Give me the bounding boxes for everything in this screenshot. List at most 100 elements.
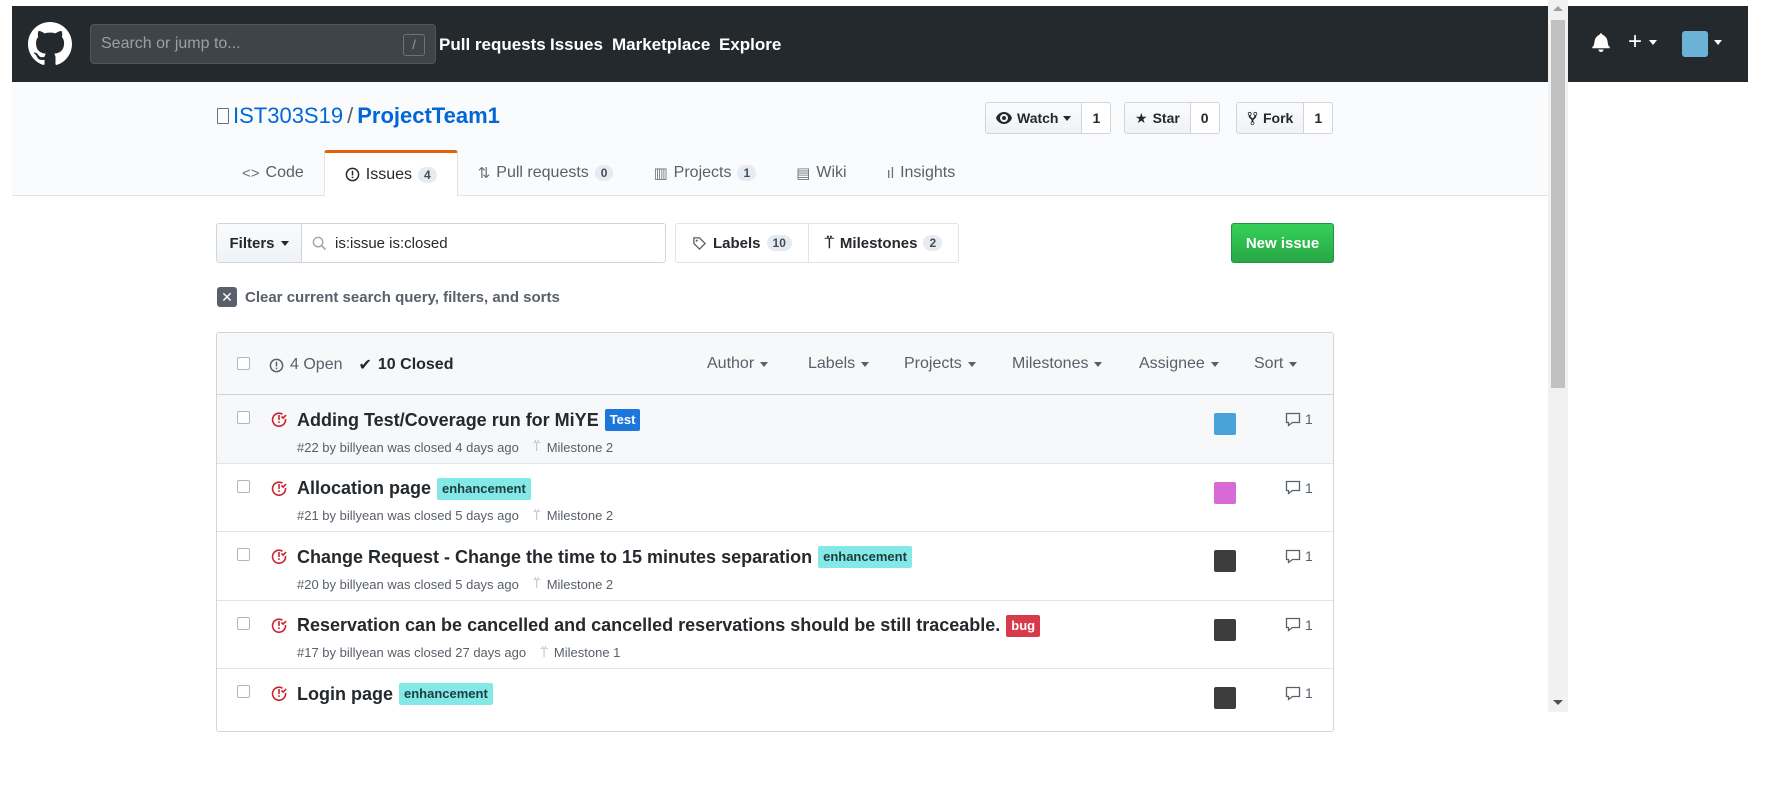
user-avatar[interactable] (1682, 31, 1708, 57)
issue-meta-text: #17 by billyean was closed 27 days ago (297, 645, 527, 660)
scroll-up-arrow-icon[interactable] (1553, 6, 1563, 11)
issue-milestone-link[interactable]: Milestone 1 (554, 645, 620, 660)
assignee-avatar[interactable] (1214, 413, 1236, 435)
closed-issues-link[interactable]: ✔ 10 Closed (358, 355, 453, 375)
issue-label-test[interactable]: Test (604, 409, 641, 431)
assignee-avatar[interactable] (1214, 550, 1236, 572)
assignee-avatar[interactable] (1214, 687, 1236, 709)
tab-pull-requests[interactable]: ⇅ Pull requests 0 (458, 150, 634, 196)
select-all-checkbox[interactable] (237, 357, 250, 370)
labels-dropdown[interactable]: Labels (808, 355, 870, 373)
tab-code[interactable]: <> Code (222, 150, 324, 196)
nav-marketplace[interactable]: Marketplace (612, 35, 710, 55)
issue-milestone-link[interactable]: Milestone 2 (547, 508, 613, 523)
issue-title-link[interactable]: Reservation can be cancelled and cancell… (297, 615, 1000, 636)
issue-label-enhancement[interactable]: enhancement (818, 546, 912, 568)
filters-button[interactable]: Filters (216, 223, 302, 263)
assignee-dropdown[interactable]: Assignee (1139, 355, 1219, 373)
watch-button[interactable]: Watch (985, 102, 1083, 134)
sort-dropdown[interactable]: Sort (1254, 355, 1298, 373)
watch-count[interactable]: 1 (1082, 102, 1112, 134)
watch-label: Watch (1017, 110, 1059, 126)
tab-wiki[interactable]: ▤ Wiki (776, 150, 866, 196)
issue-title-row: Allocation page enhancement (297, 477, 531, 500)
scroll-down-arrow-icon[interactable] (1553, 700, 1563, 705)
star-icon: ★ (1135, 109, 1148, 126)
fork-count[interactable]: 1 (1304, 102, 1334, 134)
issue-comments-link[interactable]: 1 (1285, 411, 1313, 427)
issue-title-link[interactable]: Login page (297, 684, 393, 705)
page-scrollbar[interactable] (1548, 0, 1568, 712)
global-search[interactable]: / (90, 24, 436, 64)
issue-title-link[interactable]: Allocation page (297, 478, 431, 499)
issue-milestone-link[interactable]: Milestone 2 (547, 440, 613, 455)
repo-owner-link[interactable]: IST303S19 (233, 103, 343, 128)
nav-issues[interactable]: Issues (550, 35, 603, 55)
issue-search-input[interactable] (335, 234, 635, 252)
issue-checkbox[interactable] (237, 479, 250, 493)
book-icon: ▤ (796, 165, 811, 182)
issue-row[interactable]: Login page enhancement 1 (217, 669, 1333, 731)
comment-icon (1285, 617, 1301, 632)
issue-opened-icon (269, 358, 284, 372)
milestone-icon: ⍡ (532, 507, 541, 523)
issue-search[interactable] (302, 223, 666, 263)
issue-checkbox[interactable] (237, 411, 250, 424)
repo-name-link[interactable]: ProjectTeam1 (357, 103, 500, 128)
tab-projects[interactable]: ▥ Projects 1 (633, 150, 776, 196)
issue-comments-link[interactable]: 1 (1285, 480, 1313, 496)
fork-button[interactable]: Fork (1236, 102, 1305, 134)
comment-count: 1 (1305, 548, 1313, 564)
star-button[interactable]: ★ Star (1124, 102, 1191, 134)
github-logo-icon[interactable] (28, 22, 72, 66)
nav-pull-requests[interactable]: Pull requests (439, 35, 546, 55)
issue-label-bug[interactable]: bug (1006, 614, 1041, 637)
clear-search-link[interactable]: ✕ Clear current search query, filters, a… (217, 287, 560, 307)
notification-bell-icon[interactable] (1592, 32, 1610, 52)
dropdown-label: Projects (904, 355, 962, 372)
issue-comments-link[interactable]: 1 (1285, 617, 1313, 633)
issue-label-enhancement[interactable]: enhancement (437, 477, 531, 500)
caret-down-icon (967, 361, 976, 367)
labels-button[interactable]: Labels 10 (675, 223, 809, 263)
tab-issues[interactable]: Issues 4 (323, 150, 458, 197)
nav-explore[interactable]: Explore (719, 35, 781, 55)
milestones-button[interactable]: ⍡ Milestones 2 (808, 223, 960, 263)
issue-row[interactable]: Allocation page enhancement #21 by billy… (217, 463, 1333, 532)
comment-count: 1 (1305, 479, 1313, 496)
assignee-avatar[interactable] (1214, 481, 1236, 504)
new-issue-button[interactable]: New issue (1231, 223, 1334, 263)
issue-checkbox[interactable] (237, 616, 250, 630)
issue-closed-icon (271, 686, 287, 701)
global-search-input[interactable] (91, 25, 435, 63)
assignee-avatar[interactable] (1214, 618, 1236, 641)
search-icon (312, 236, 327, 250)
open-issues-link[interactable]: 4 Open (269, 355, 342, 375)
star-count[interactable]: 0 (1190, 102, 1220, 134)
issue-title-row: Adding Test/Coverage run for MiYE Test (297, 409, 641, 431)
tab-insights[interactable]: ıl Insights (867, 150, 976, 196)
issue-comments-link[interactable]: 1 (1285, 548, 1313, 564)
issue-title-link[interactable]: Change Request - Change the time to 15 m… (297, 547, 812, 568)
comment-icon (1285, 412, 1301, 427)
projects-dropdown[interactable]: Projects (904, 355, 976, 373)
comment-count: 1 (1305, 685, 1313, 701)
tag-icon (693, 236, 707, 250)
issue-row[interactable]: Reservation can be cancelled and cancell… (217, 600, 1333, 669)
scroll-thumb[interactable] (1551, 20, 1565, 388)
dropdown-label: Labels (808, 355, 856, 372)
tab-label: Issues (365, 165, 413, 183)
create-new-dropdown[interactable]: + (1628, 30, 1657, 54)
issue-comments-link[interactable]: 1 (1285, 685, 1313, 701)
issue-title-link[interactable]: Adding Test/Coverage run for MiYE (297, 410, 599, 431)
issue-label-enhancement[interactable]: enhancement (399, 683, 493, 705)
issue-checkbox[interactable] (237, 685, 250, 698)
avatar-caret-down-icon[interactable] (1714, 40, 1722, 45)
issue-row[interactable]: Change Request - Change the time to 15 m… (217, 532, 1333, 601)
author-dropdown[interactable]: Author (707, 355, 769, 373)
issue-row[interactable]: Adding Test/Coverage run for MiYE Test #… (217, 395, 1333, 464)
issue-title-row: Login page enhancement (297, 683, 493, 705)
issue-milestone-link[interactable]: Milestone 2 (547, 577, 613, 592)
milestones-dropdown[interactable]: Milestones (1012, 355, 1103, 373)
issue-checkbox[interactable] (237, 548, 250, 561)
